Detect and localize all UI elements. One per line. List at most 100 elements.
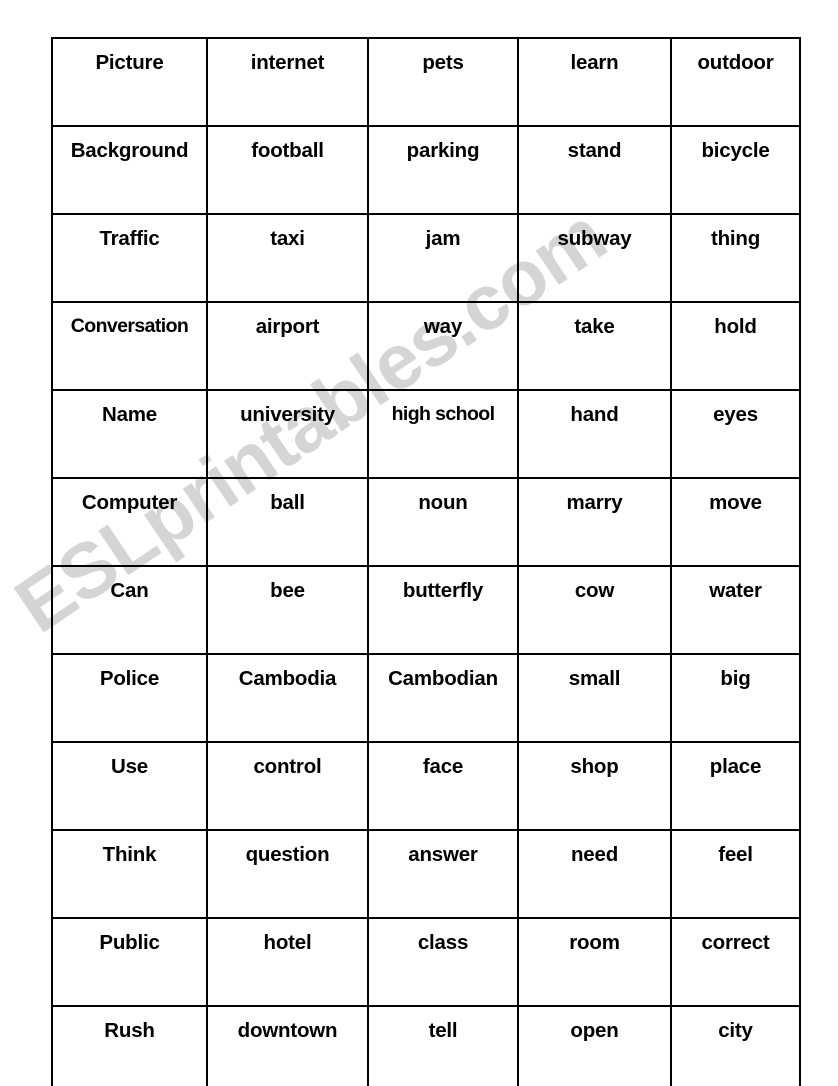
word-card-cell[interactable]: Background [51,125,208,215]
word-card-cell[interactable]: noun [367,477,519,567]
word-card-label: correct [701,931,770,954]
word-card-label: airport [255,315,320,338]
word-card-cell[interactable]: marry [517,477,672,567]
word-card-cell[interactable]: tell [367,1005,519,1086]
word-card-cell[interactable]: hold [670,301,801,391]
word-card-cell[interactable]: need [517,829,672,919]
word-card-label: Background [70,139,189,162]
word-card-cell[interactable]: take [517,301,672,391]
word-card-cell[interactable]: high school [367,389,519,479]
word-card-cell[interactable]: Use [51,741,208,831]
word-card-cell[interactable]: learn [517,37,672,127]
word-card-label: hotel [263,931,312,954]
word-card-cell[interactable]: correct [670,917,801,1007]
word-card-cell[interactable]: open [517,1005,672,1086]
word-card-label: city [718,1019,753,1042]
word-card-cell[interactable]: Police [51,653,208,743]
word-card-cell[interactable]: bee [206,565,369,655]
word-card-cell[interactable]: face [367,741,519,831]
word-card-label: hand [570,403,619,426]
word-card-cell[interactable]: Cambodia [206,653,369,743]
word-card-label: eyes [713,403,758,426]
word-card-cell[interactable]: question [206,829,369,919]
word-card-label: noun [418,491,468,514]
word-card-row: Picture internet pets learn outdoor [51,37,801,127]
word-card-cell[interactable]: feel [670,829,801,919]
word-card-cell[interactable]: airport [206,301,369,391]
word-card-cell[interactable]: downtown [206,1005,369,1086]
word-card-cell[interactable]: subway [517,213,672,303]
word-card-label: internet [250,51,325,74]
word-card-label: Cambodia [238,667,337,690]
word-card-cell[interactable]: jam [367,213,519,303]
word-card-row: Traffic taxi jam subway thing [51,213,801,303]
word-card-cell[interactable]: class [367,917,519,1007]
word-card-row: Public hotel class room correct [51,917,801,1007]
word-card-cell[interactable]: small [517,653,672,743]
word-card-label: pets [422,51,464,74]
word-card-cell[interactable]: Cambodian [367,653,519,743]
word-card-cell[interactable]: parking [367,125,519,215]
word-card-cell[interactable]: hand [517,389,672,479]
word-card-cell[interactable]: Rush [51,1005,208,1086]
word-card-cell[interactable]: room [517,917,672,1007]
word-card-cell[interactable]: Public [51,917,208,1007]
word-card-cell[interactable]: Computer [51,477,208,567]
word-card-cell[interactable]: big [670,653,801,743]
word-card-label: subway [557,227,632,250]
word-card-label: hold [714,315,757,338]
word-card-label: taxi [270,227,305,250]
word-card-cell[interactable]: internet [206,37,369,127]
word-card-cell[interactable]: outdoor [670,37,801,127]
word-card-cell[interactable]: way [367,301,519,391]
word-card-cell[interactable]: control [206,741,369,831]
word-card-cell[interactable]: eyes [670,389,801,479]
word-card-cell[interactable]: Name [51,389,208,479]
word-card-label: need [570,843,619,866]
word-card-cell[interactable]: place [670,741,801,831]
word-card-label: cow [574,579,615,602]
word-card-label: way [423,315,463,338]
word-card-label: learn [570,51,619,74]
word-card-label: Use [110,755,148,778]
word-card-label: take [574,315,615,338]
word-card-label: Public [99,931,160,954]
word-card-label: Traffic [99,227,160,250]
word-card-cell[interactable]: Conversation [51,301,208,391]
page-canvas: ESLprintables.com Picture internet pets lea… [0,0,838,1086]
word-card-label: Rush [104,1019,155,1042]
word-card-label: bicycle [701,139,770,162]
word-card-label: place [709,755,762,778]
word-card-cell[interactable]: hotel [206,917,369,1007]
word-card-cell[interactable]: shop [517,741,672,831]
word-card-cell[interactable]: move [670,477,801,567]
word-card-label: control [253,755,322,778]
word-card-cell[interactable]: butterfly [367,565,519,655]
word-card-cell[interactable]: cow [517,565,672,655]
word-card-cell[interactable]: stand [517,125,672,215]
word-card-label: outdoor [697,51,774,74]
word-card-cell[interactable]: university [206,389,369,479]
word-card-label: downtown [237,1019,338,1042]
word-card-label: thing [710,227,761,250]
word-card-cell[interactable]: pets [367,37,519,127]
word-card-cell[interactable]: bicycle [670,125,801,215]
word-card-cell[interactable]: ball [206,477,369,567]
word-card-grid: Picture internet pets learn outdoor Backgroun… [51,37,801,1086]
word-card-label: question [245,843,330,866]
word-card-label: room [569,931,620,954]
word-card-cell[interactable]: Traffic [51,213,208,303]
word-card-cell[interactable]: water [670,565,801,655]
word-card-label: bee [270,579,305,602]
word-card-label: face [422,755,464,778]
word-card-cell[interactable]: Can [51,565,208,655]
word-card-cell[interactable]: answer [367,829,519,919]
word-card-label: university [240,403,335,426]
word-card-label: Conversation [70,315,189,337]
word-card-cell[interactable]: thing [670,213,801,303]
word-card-cell[interactable]: football [206,125,369,215]
word-card-cell[interactable]: Picture [51,37,208,127]
word-card-cell[interactable]: Think [51,829,208,919]
word-card-cell[interactable]: taxi [206,213,369,303]
word-card-cell[interactable]: city [670,1005,801,1086]
